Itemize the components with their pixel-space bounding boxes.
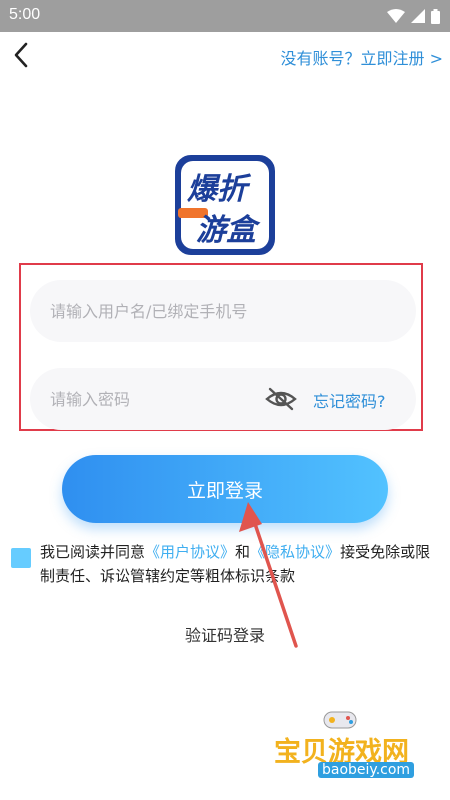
app-logo: 爆折 游盒 <box>175 155 275 255</box>
privacy-agreement-link[interactable]: 《隐私协议》 <box>250 543 340 561</box>
back-arrow-icon[interactable] <box>8 40 38 70</box>
agreement-and: 和 <box>235 543 251 561</box>
wifi-icon <box>387 9 405 23</box>
login-button[interactable]: 立即登录 <box>62 455 388 523</box>
status-bar: 5:00 <box>0 0 450 32</box>
agreement-text: 我已阅读并同意《用户协议》和《隐私协议》接受免除或限制责任、诉讼管辖约定等粗体标… <box>40 540 445 588</box>
username-field <box>30 280 416 342</box>
username-input[interactable] <box>50 280 390 342</box>
password-field: 忘记密码? <box>30 368 416 430</box>
password-input[interactable] <box>50 368 270 430</box>
status-icons <box>387 8 440 24</box>
register-link[interactable]: 没有账号？立即注册 > <box>281 45 444 69</box>
signal-icon <box>411 9 425 23</box>
forgot-password-link[interactable]: 忘记密码? <box>313 388 386 412</box>
sms-login-link[interactable]: 验证码登录 <box>0 622 450 646</box>
agreement-prefix: 我已阅读并同意 <box>40 543 146 561</box>
gamepad-icon <box>323 711 357 729</box>
eye-hidden-icon[interactable] <box>264 385 298 413</box>
logo-text-top: 爆折 <box>187 172 247 207</box>
watermark-url: baobeiy.com <box>318 762 415 778</box>
logo-text-bottom: 游盒 <box>196 213 256 248</box>
status-time: 5:00 <box>9 6 41 23</box>
user-agreement-link[interactable]: 《用户协议》 <box>145 543 235 561</box>
agreement-checkbox[interactable] <box>11 548 31 568</box>
battery-icon <box>431 8 440 24</box>
